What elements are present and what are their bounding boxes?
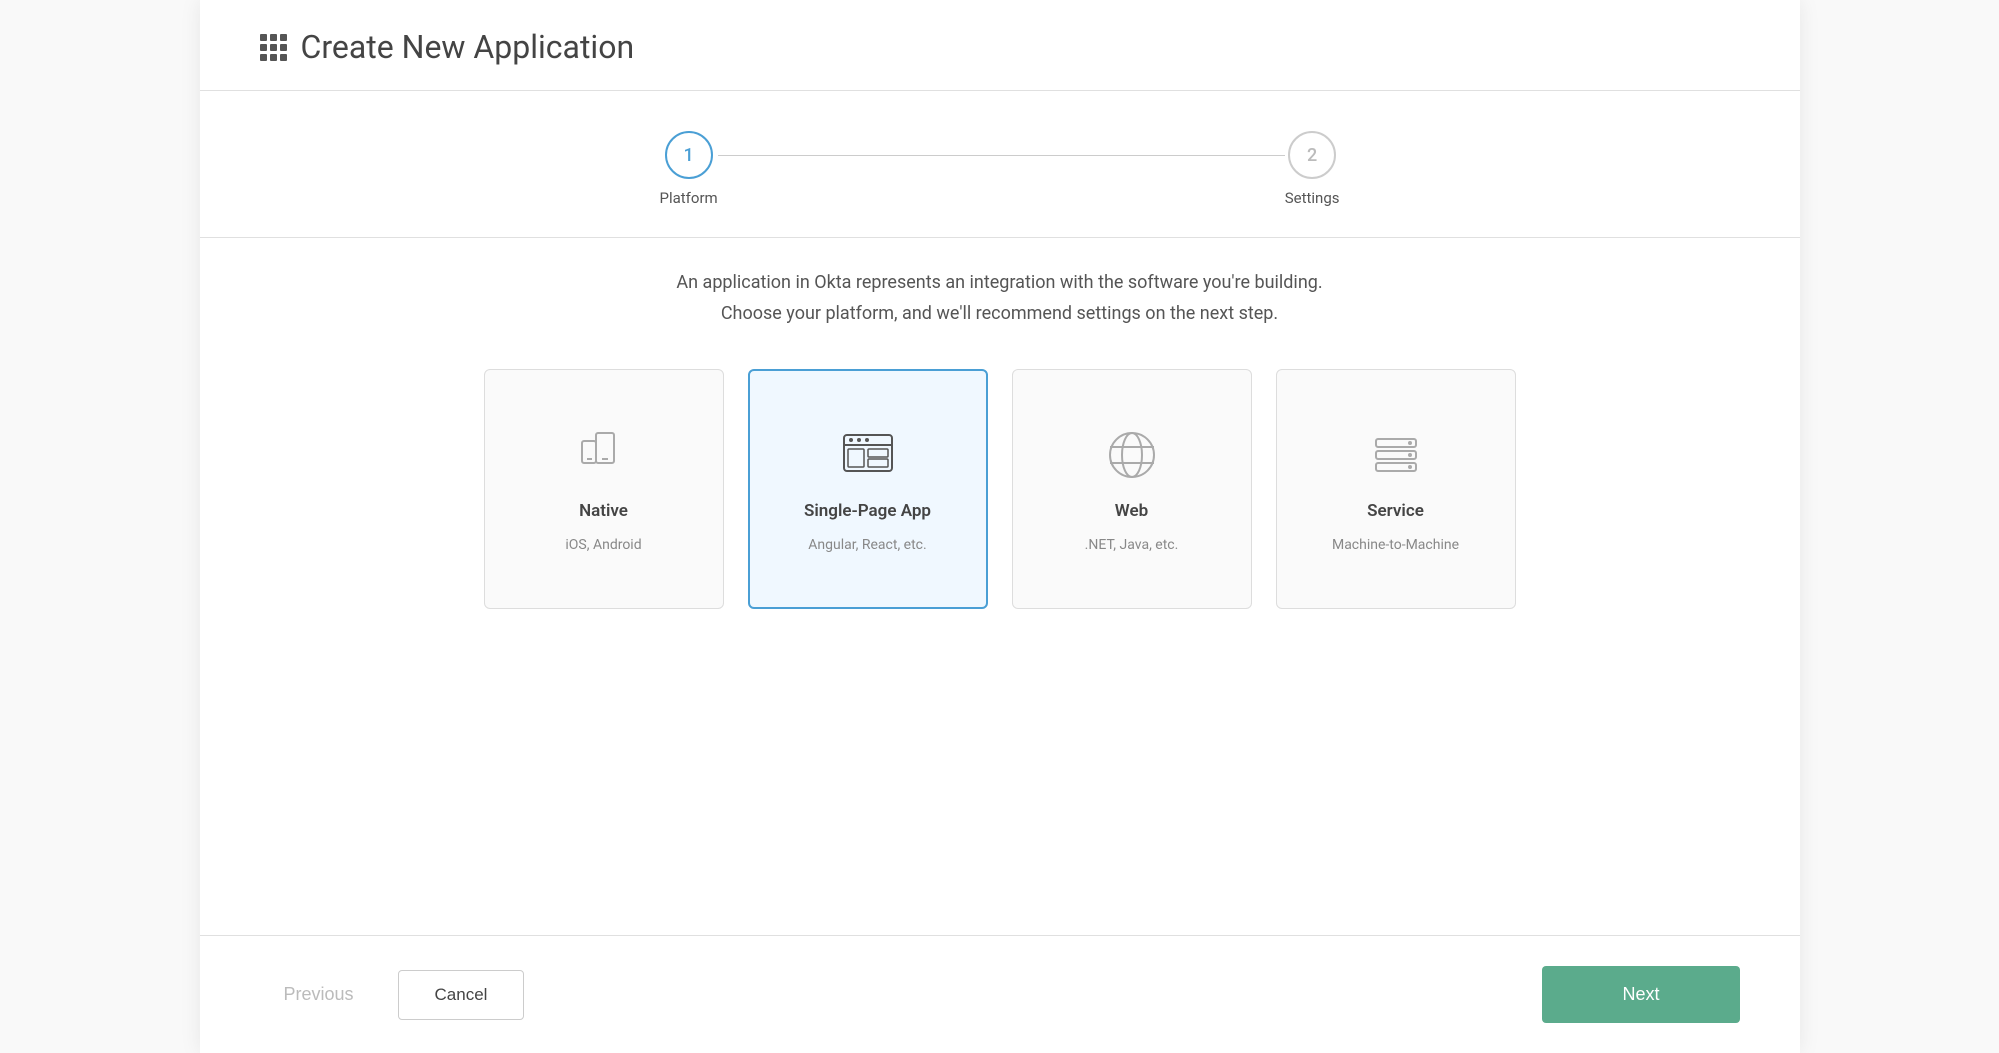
native-card-subtitle: iOS, Android [565, 537, 641, 553]
page-header: Create New Application [200, 0, 1800, 90]
stepper: 1 Platform 2 Settings [200, 91, 1800, 237]
platform-cards: Native iOS, Android Single-Pag [200, 369, 1800, 649]
step-2-circle: 2 [1288, 131, 1336, 179]
service-card-title: Service [1367, 501, 1424, 521]
cancel-button[interactable]: Cancel [398, 970, 525, 1020]
service-card-subtitle: Machine-to-Machine [1332, 537, 1459, 553]
native-card[interactable]: Native iOS, Android [484, 369, 724, 609]
step-2-label: Settings [1285, 189, 1340, 207]
previous-button[interactable]: Previous [260, 970, 378, 1019]
spa-card-subtitle: Angular, React, etc. [808, 537, 926, 553]
step-1: 1 Platform [660, 131, 718, 207]
web-card-subtitle: .NET, Java, etc. [1085, 537, 1179, 553]
description-section: An application in Okta represents an int… [200, 238, 1800, 369]
web-card-title: Web [1115, 501, 1148, 521]
service-icon [1366, 425, 1426, 485]
spa-icon [838, 425, 898, 485]
footer: Previous Cancel Next [200, 936, 1800, 1053]
step-connector [718, 155, 1285, 156]
native-icon [574, 425, 634, 485]
step-1-label: Platform [660, 189, 718, 207]
spa-card[interactable]: Single-Page App Angular, React, etc. [748, 369, 988, 609]
description-text: An application in Okta represents an int… [550, 268, 1450, 329]
next-button[interactable]: Next [1542, 966, 1739, 1023]
native-card-title: Native [579, 501, 628, 521]
web-icon [1102, 425, 1162, 485]
spa-card-title: Single-Page App [804, 501, 931, 521]
web-card[interactable]: Web .NET, Java, etc. [1012, 369, 1252, 609]
apps-grid-icon [260, 34, 287, 61]
step-2: 2 Settings [1285, 131, 1340, 207]
service-card[interactable]: Service Machine-to-Machine [1276, 369, 1516, 609]
step-1-circle: 1 [665, 131, 713, 179]
page-title: Create New Application [301, 28, 635, 66]
footer-left: Previous Cancel [260, 970, 525, 1020]
